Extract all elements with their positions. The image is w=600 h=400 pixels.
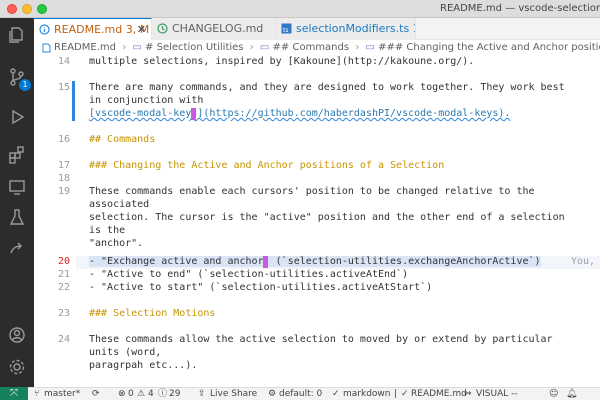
section-icon: ▭ (259, 42, 270, 53)
line-number: 21 (57, 269, 70, 280)
testing-icon[interactable] (0, 200, 34, 234)
code-line: units (word, (89, 347, 162, 358)
modified-indicator (72, 81, 75, 121)
cursor-marker (263, 256, 268, 268)
tab-selection-modifiers[interactable]: ts selectionModifiers.ts 1 (276, 18, 416, 40)
heading-line: ### Changing the Active and Anchor posit… (89, 160, 445, 171)
settings-gear-icon[interactable] (0, 350, 34, 384)
breadcrumb-item[interactable]: # Selection Utilities (145, 42, 243, 53)
tab-label: selectionModifiers.ts 1 (296, 22, 416, 35)
extensions-icon[interactable] (0, 138, 34, 172)
warning-count[interactable]: 4 (148, 388, 154, 400)
git-blame-annotation: You, 10 mont (571, 256, 596, 267)
chevron-right-icon: › (249, 42, 254, 53)
line-number: 23 (57, 308, 70, 319)
language-mode[interactable]: markdown (343, 388, 390, 400)
info-icon: ⓘ (158, 389, 168, 399)
bell-icon[interactable]: 🔔︎ (566, 388, 577, 400)
maximize-window-button[interactable] (37, 4, 47, 14)
breadcrumb: README.md › ▭ # Selection Utilities › ▭ … (34, 40, 600, 56)
error-icon: ⊗ (118, 389, 126, 399)
code-line: "anchor". (89, 238, 144, 249)
status-bar: ⤧ ⑂ master* ⟳ ⊗ 0 ⚠ 4 ⓘ 29 ⇪ Live Share … (0, 387, 600, 400)
account-icon[interactable] (0, 318, 34, 352)
tab-label: CHANGELOG.md (172, 22, 264, 35)
section-icon: ▭ (365, 42, 375, 53)
line-number-current: 20 (57, 256, 70, 267)
code-line: These commands allow the active selectio… (89, 334, 553, 345)
selected-code-line: - "Exchange active and anchor" (`selecti… (89, 256, 541, 267)
line-number: 15 (57, 82, 70, 93)
svg-text:ts: ts (283, 27, 288, 34)
history-icon (157, 23, 168, 34)
branch-status[interactable]: master* (44, 388, 80, 400)
line-number: 18 (57, 173, 70, 184)
remote-explorer-icon[interactable] (0, 170, 34, 204)
close-window-button[interactable] (7, 4, 17, 14)
line-number: 22 (57, 282, 70, 293)
code-line: selection. The cursor is the "active" po… (89, 212, 565, 223)
tab-readme[interactable]: README.md 3, M ✕ (34, 18, 152, 40)
heading-line: ### Selection Motions (89, 308, 216, 319)
status-file[interactable]: README.md (411, 388, 467, 400)
sync-icon[interactable]: ⟳ (92, 388, 100, 400)
breadcrumb-file[interactable]: README.md (54, 42, 116, 53)
tab-changelog[interactable]: CHANGELOG.md (152, 18, 276, 40)
check-icon: ✓ (332, 389, 340, 399)
branch-icon: ⑂ (34, 389, 40, 399)
live-share-icon[interactable] (0, 232, 34, 266)
line-number: 16 (57, 134, 70, 145)
chevron-right-icon: › (355, 42, 360, 53)
editor[interactable]: 14 15 16 17 18 19 20 21 22 23 24 multipl… (34, 56, 600, 387)
chevron-right-icon: › (122, 42, 127, 53)
error-count[interactable]: 0 (128, 388, 134, 400)
window-title: README.md — vscode-selection-uti (440, 3, 600, 14)
line-number: 24 (57, 334, 70, 345)
code-line: in conjunction with (89, 95, 204, 106)
heading-line: ## Commands (89, 134, 156, 145)
code-line: is the (89, 225, 126, 236)
breadcrumb-item[interactable]: ## Commands (273, 42, 350, 53)
tab-label: README.md 3, M (54, 23, 150, 36)
close-icon[interactable]: ✕ (137, 19, 146, 40)
line-number: 19 (57, 186, 70, 197)
title-bar: README.md — vscode-selection-uti (0, 0, 600, 18)
code-line: These commands enable each cursors' posi… (89, 186, 535, 197)
scm-badge: 1 (19, 79, 31, 91)
warning-icon: ⚠ (137, 389, 146, 399)
code-line: associated (89, 199, 150, 210)
run-debug-icon[interactable] (0, 100, 34, 134)
code-line: - "Active to end" (`selection-utilities.… (89, 269, 409, 280)
code-line: - "Active to start" (`selection-utilitie… (89, 282, 433, 293)
account-status-icon[interactable]: ☺ (549, 388, 558, 400)
info-count[interactable]: 29 (169, 388, 180, 400)
language-default[interactable]: default: 0 (279, 388, 322, 400)
code-line: There are many commands, and they are de… (89, 82, 565, 93)
activity-bar: 1 (0, 18, 34, 387)
check-icon: ✓ (401, 389, 409, 399)
live-share-icon: ⇪ (198, 389, 206, 399)
code-line: [vscode-modal-keys](https://github.com/h… (89, 108, 511, 119)
cursor-marker (191, 108, 196, 120)
minimize-window-button[interactable] (22, 4, 32, 14)
remote-indicator-icon[interactable]: ⤧ (0, 387, 28, 400)
keyboard-mode-icon: ⇔ (464, 389, 472, 399)
code-line: multiple selections, inspired by [Kakoun… (89, 56, 475, 67)
section-icon: ▭ (132, 42, 142, 53)
live-share-status[interactable]: Live Share (210, 388, 257, 400)
source-control-icon[interactable]: 1 (0, 60, 34, 94)
tab-bar: README.md 3, M ✕ CHANGELOG.md ts selecti… (34, 18, 600, 40)
info-icon (39, 24, 50, 35)
separator: | (394, 389, 398, 399)
editing-mode[interactable]: VISUAL -- (476, 388, 518, 400)
language-server-icon: ⚙ (268, 389, 277, 399)
code-line: paragrpah etc...). (89, 360, 198, 371)
breadcrumb-item[interactable]: ### Changing the Active and Anchor posit… (378, 42, 600, 53)
line-number: 17 (57, 160, 70, 171)
markdown-file-icon (42, 43, 51, 53)
explorer-icon[interactable] (0, 18, 34, 52)
line-number: 14 (57, 56, 70, 67)
typescript-icon: ts (281, 23, 292, 34)
